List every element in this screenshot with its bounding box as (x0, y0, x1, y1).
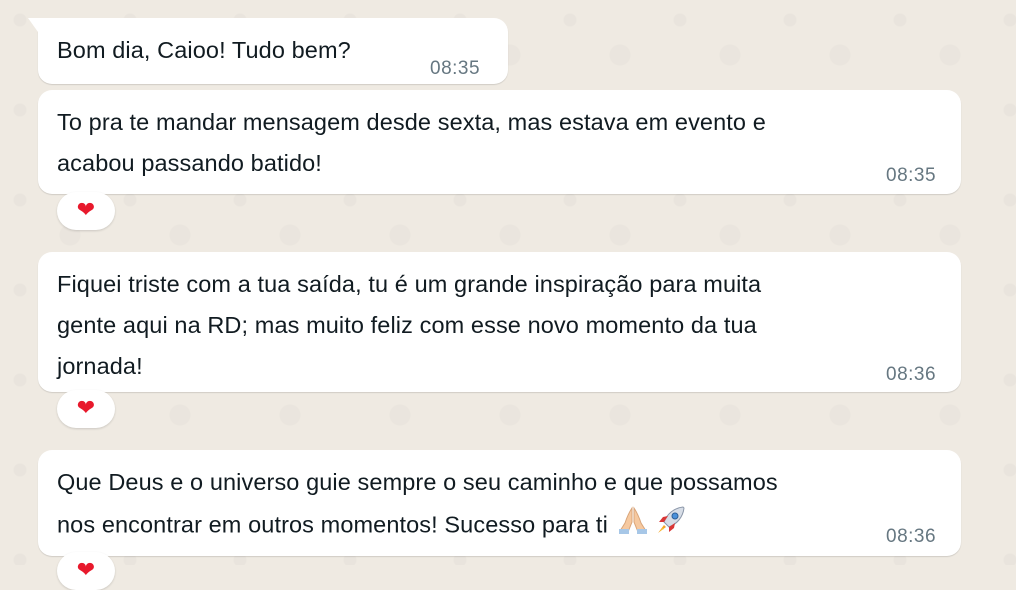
message-bubble[interactable]: Que Deus e o universo guie sempre o seu … (38, 450, 961, 556)
message-text: Fiquei triste com a tua saída, tu é um g… (57, 271, 762, 379)
message-bubble[interactable]: Fiquei triste com a tua saída, tu é um g… (38, 252, 961, 392)
message-time: 08:35 (886, 165, 937, 186)
message-time: 08:36 (886, 526, 937, 547)
message-text: Bom dia, Caioo! Tudo bem? (57, 37, 351, 63)
heart-icon: ❤ (76, 558, 96, 583)
bubble-tail (28, 18, 38, 32)
message-time: 08:35 (430, 58, 481, 79)
message-bubble[interactable]: Bom dia, Caioo! Tudo bem? 08:35 (28, 18, 508, 84)
message-time: 08:36 (886, 364, 937, 385)
message-text: Que Deus e o universo guie sempre o seu … (57, 462, 778, 550)
reaction-badge[interactable]: ❤ (57, 552, 115, 590)
rocket-icon (654, 503, 688, 550)
folded-hands-icon (616, 505, 650, 548)
reaction-badge[interactable]: ❤ (57, 390, 115, 428)
message-text: To pra te mandar mensagem desde sexta, m… (57, 109, 766, 176)
message-bubble[interactable]: To pra te mandar mensagem desde sexta, m… (38, 90, 961, 194)
reaction-badge[interactable]: ❤ (57, 192, 115, 230)
heart-icon: ❤ (76, 198, 96, 223)
heart-icon: ❤ (76, 396, 96, 421)
